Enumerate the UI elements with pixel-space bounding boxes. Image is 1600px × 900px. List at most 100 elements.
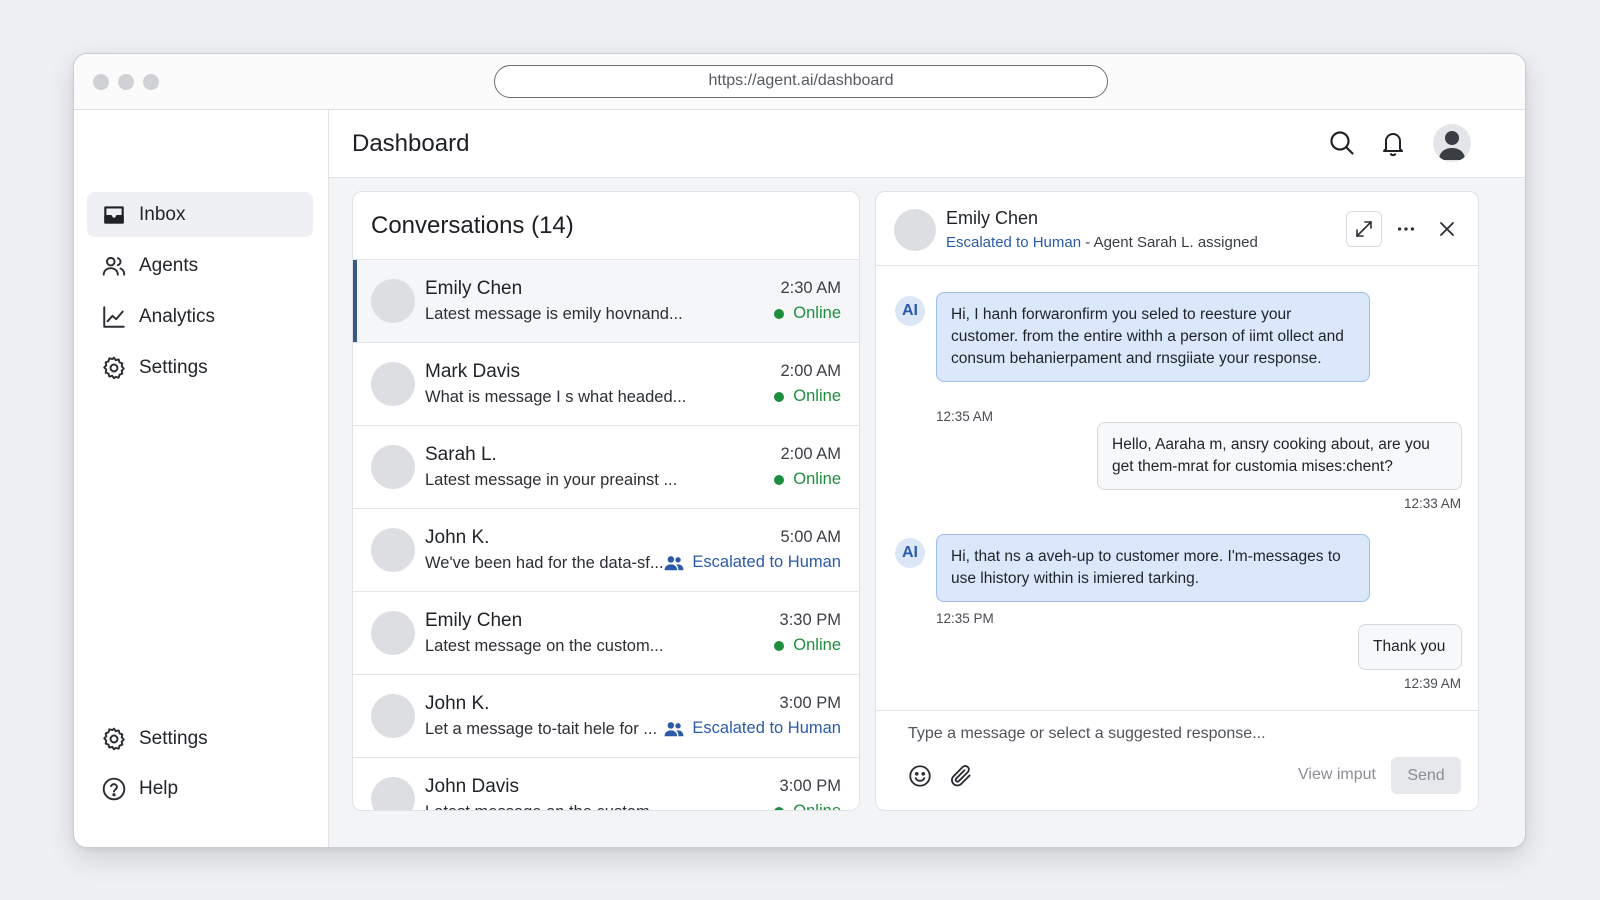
status-badge: Online — [774, 636, 841, 655]
conversation-row[interactable]: Emily Chen Latest message is emily hovnan… — [353, 260, 859, 343]
send-button[interactable]: Send — [1391, 757, 1461, 794]
status-badge: Online — [774, 304, 841, 323]
contact-name: John Davis — [425, 776, 519, 797]
contact-name: John K. — [425, 527, 490, 548]
conversation-row[interactable]: Sarah L. Latest message in your preainst … — [353, 426, 859, 509]
contact-name: Sarah L. — [425, 444, 497, 465]
ai-badge: AI — [895, 296, 925, 326]
conversation-list: Emily Chen Latest message is emily hovnan… — [353, 259, 859, 810]
online-status-dot — [774, 391, 785, 402]
sidebar-item-label: Settings — [139, 356, 208, 378]
search-icon[interactable] — [1327, 128, 1357, 158]
sidebar-item-settings-bottom[interactable]: Settings — [87, 716, 313, 761]
view-input-link[interactable]: View imput — [1298, 766, 1376, 784]
online-status-dot — [774, 640, 785, 651]
message-time: 2:00 AM — [780, 445, 841, 463]
message-timestamp: 12:39 AM — [1403, 676, 1461, 691]
escalation-status: Escalated to Human — [946, 234, 1082, 251]
contact-name: Mark Davis — [425, 361, 521, 382]
message-preview: Latest message on the custom... — [425, 803, 663, 810]
emoji-icon[interactable] — [907, 763, 933, 789]
sidebar-item-label: Inbox — [139, 203, 186, 225]
sidebar: Inbox Agents Analytics Settings Settings — [74, 110, 329, 847]
status-badge: Escalated to Human — [664, 719, 841, 738]
sidebar-item-agents[interactable]: Agents — [87, 243, 313, 288]
conversation-row[interactable]: Mark Davis What is message I s what heade… — [353, 343, 859, 426]
gear-icon — [101, 355, 127, 381]
status-badge: Online — [774, 802, 841, 811]
message-preview: Latest message on the custom... — [425, 637, 664, 655]
page-title: Dashboard — [352, 130, 470, 157]
message-time: 3:00 PM — [779, 777, 841, 795]
users-icon — [101, 253, 127, 279]
message-preview: Let a message to-tait hele for ... — [425, 720, 658, 738]
message-preview: Latest message in your preainst ... — [425, 471, 678, 489]
message-preview: We've been had for the data-sf... — [425, 554, 664, 572]
message-time: 5:00 AM — [780, 528, 841, 546]
message-time: 3:30 PM — [779, 611, 841, 629]
chat-header: Emily Chen Escalated to Human - Agent Sa… — [876, 192, 1478, 266]
close-icon[interactable] — [1429, 211, 1465, 247]
status-label: Online — [793, 387, 841, 405]
more-options-icon[interactable] — [1388, 211, 1424, 247]
avatar — [371, 445, 415, 489]
window-maximize-dot[interactable] — [143, 74, 159, 90]
message-preview: What is message I s what headed... — [425, 388, 687, 406]
message-preview: Latest message is emily hovnand... — [425, 305, 683, 323]
online-status-dot — [774, 308, 785, 319]
chat-status-line: Escalated to Human - Agent Sarah L. assi… — [946, 234, 1258, 251]
browser-window: https://agent.ai/dashboard Inbox Agents … — [73, 53, 1526, 848]
avatar — [371, 362, 415, 406]
top-header: Dashboard — [329, 110, 1525, 178]
window-close-dot[interactable] — [93, 74, 109, 90]
contact-name: Emily Chen — [425, 610, 523, 631]
status-badge: Online — [774, 470, 841, 489]
user-message-bubble: Hello, Aaraha m, ansry cooking about, ar… — [1097, 422, 1462, 490]
conversation-row[interactable]: John K. Let a message to-tait hele for ..… — [353, 675, 859, 758]
chart-line-icon — [101, 304, 127, 330]
sidebar-item-analytics[interactable]: Analytics — [87, 294, 313, 339]
status-badge: Online — [774, 387, 841, 406]
message-input[interactable] — [892, 719, 1452, 749]
window-minimize-dot[interactable] — [118, 74, 134, 90]
escalated-users-icon — [664, 555, 684, 570]
status-label: Escalated to Human — [692, 719, 841, 737]
conversations-panel: Conversations (14) Emily Chen Latest mess… — [352, 191, 860, 811]
status-label: Online — [793, 802, 841, 811]
avatar-icon[interactable] — [1433, 124, 1471, 162]
sidebar-item-help[interactable]: Help — [87, 766, 313, 811]
online-status-dot — [774, 474, 785, 485]
status-label: Escalated to Human — [692, 553, 841, 571]
gear-icon — [101, 726, 127, 752]
bell-icon[interactable] — [1378, 128, 1408, 158]
contact-name: Emily Chen — [425, 278, 523, 299]
avatar — [894, 209, 936, 251]
address-bar[interactable]: https://agent.ai/dashboard — [494, 65, 1108, 98]
avatar — [371, 611, 415, 655]
message-time: 2:00 AM — [780, 362, 841, 380]
message-composer: View imput Send — [876, 710, 1478, 810]
expand-button[interactable] — [1346, 211, 1382, 247]
avatar — [371, 528, 415, 572]
paperclip-icon[interactable] — [948, 763, 974, 789]
conversation-row[interactable]: John K. We've been had for the data-sf...… — [353, 509, 859, 592]
message-timestamp: 12:35 PM — [936, 611, 994, 626]
ai-message-bubble: Hi, that ns a aveh-up to customer more. … — [936, 534, 1370, 602]
status-label: Online — [793, 470, 841, 488]
conversation-row[interactable]: Emily Chen Latest message on the custom..… — [353, 592, 859, 675]
sidebar-item-settings[interactable]: Settings — [87, 345, 313, 390]
status-label: Online — [793, 636, 841, 654]
conversation-row[interactable]: John Davis Latest message on the custom..… — [353, 758, 859, 811]
browser-titlebar: https://agent.ai/dashboard — [74, 54, 1525, 110]
main-content: Dashboard Conversations (14) Emily Chen L… — [329, 110, 1525, 847]
message-time: 2:30 AM — [780, 279, 841, 297]
chat-panel: Emily Chen Escalated to Human - Agent Sa… — [875, 191, 1479, 811]
sidebar-item-inbox[interactable]: Inbox — [87, 192, 313, 237]
assignment-text: - Agent Sarah L. assigned — [1081, 234, 1258, 251]
status-badge: Escalated to Human — [664, 553, 841, 572]
online-status-dot — [774, 806, 785, 810]
inbox-icon — [101, 202, 127, 228]
sidebar-item-label: Settings — [139, 727, 208, 749]
message-timestamp: 12:33 AM — [1403, 496, 1461, 511]
sidebar-item-label: Agents — [139, 254, 199, 276]
